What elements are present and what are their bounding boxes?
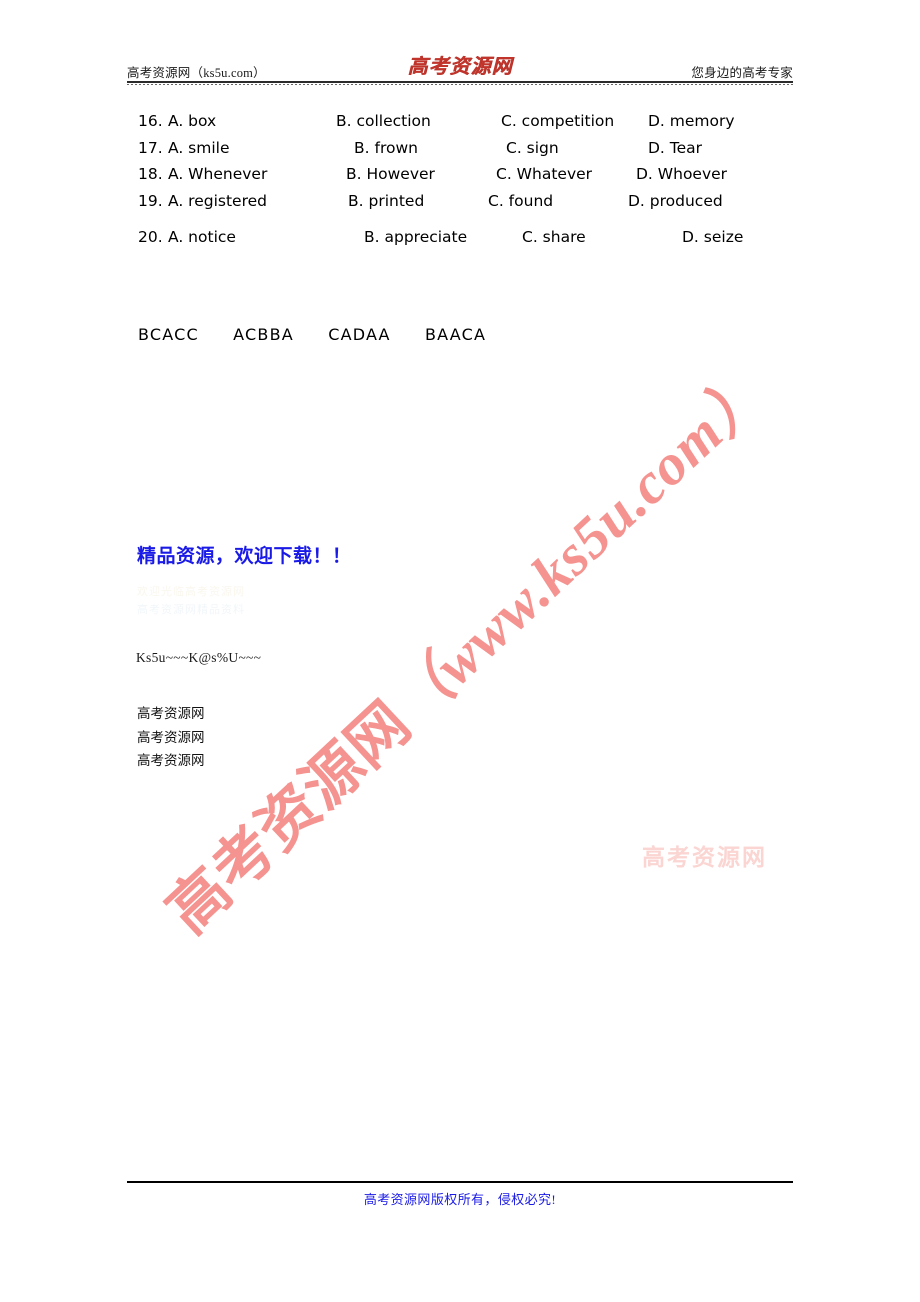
- option-b: B. However: [346, 165, 435, 183]
- option-a: A. notice: [168, 228, 236, 246]
- document-page: 高考资源网（ks5u.com） 您身边的高考专家 高考资源网 16. A. bo…: [0, 0, 920, 1302]
- question-number: 16.: [138, 112, 163, 130]
- question-row: 19. A. registered B. printed C. found D.…: [138, 192, 778, 219]
- question-row: 16. A. box B. collection C. competition …: [138, 112, 778, 139]
- answer-group: BAACA: [425, 325, 487, 344]
- option-a: A. registered: [168, 191, 267, 210]
- promo-faint-line-1: 欢迎光临高考资源网: [137, 586, 245, 598]
- question-number: 19.: [138, 191, 163, 210]
- promo-code-text: Ks5u~~~K@s%U~~~: [136, 650, 262, 665]
- option-c: C. competition: [501, 112, 615, 130]
- option-b: B. collection: [336, 112, 431, 130]
- option-b: B. appreciate: [364, 228, 468, 246]
- question-number: 17.: [138, 138, 163, 157]
- option-a: A. smile: [168, 138, 230, 157]
- option-b: B. frown: [354, 138, 418, 157]
- option-c: C. sign: [506, 138, 559, 157]
- option-a: A. box: [168, 112, 217, 130]
- question-row: 18. A. Whenever B. However C. Whatever D…: [138, 165, 778, 192]
- diagonal-watermark: 高考资源网 （www.ks5u.com）: [133, 348, 793, 948]
- promo-faint-line-2: 高考资源网精品资料: [137, 604, 245, 616]
- answer-group: ACBBA: [233, 325, 294, 344]
- answer-group: CADAA: [328, 325, 391, 344]
- footer-divider: [127, 1181, 793, 1183]
- header-site-name: 高考资源网（ks5u.com）: [127, 66, 266, 80]
- answer-key: BCACC ACBBA CADAA BAACA: [138, 325, 486, 344]
- brand-line: 高考资源网: [137, 753, 205, 768]
- header-logo: 高考资源网: [407, 56, 513, 78]
- option-d: D. seize: [682, 228, 744, 246]
- question-number: 18.: [138, 165, 163, 183]
- diagonal-watermark-text: 高考资源网 （www.ks5u.com）: [144, 347, 782, 950]
- document-header: 高考资源网（ks5u.com） 您身边的高考专家 高考资源网: [127, 52, 793, 84]
- option-b: B. printed: [348, 191, 425, 210]
- header-divider-dotted: [127, 83, 793, 85]
- header-row: 高考资源网（ks5u.com） 您身边的高考专家 高考资源网: [127, 52, 793, 82]
- option-d: D. produced: [628, 191, 723, 210]
- option-d: D. Tear: [648, 138, 703, 157]
- question-row: 17. A. smile B. frown C. sign D. Tear: [138, 139, 778, 166]
- brand-line: 高考资源网: [137, 729, 205, 745]
- header-divider-solid: [127, 81, 793, 83]
- option-c: C. Whatever: [496, 165, 593, 183]
- question-list: 16. A. box B. collection C. competition …: [138, 112, 778, 255]
- header-divider: [127, 81, 793, 85]
- question-row: 20. A. notice B. appreciate C. share D. …: [138, 228, 778, 255]
- brand-line-group: 高考资源网 高考资源网 高考资源网: [137, 702, 205, 773]
- answer-group: BCACC: [138, 325, 199, 344]
- option-c: C. found: [488, 191, 554, 210]
- question-number: 20.: [138, 228, 163, 246]
- brand-line: 高考资源网: [137, 706, 205, 721]
- faint-corner-watermark: 高考资源网: [642, 845, 767, 870]
- option-a: A. Whenever: [168, 165, 268, 183]
- watermark-url-part: （www.ks5u.com）: [378, 359, 779, 738]
- option-d: D. memory: [648, 112, 735, 130]
- promo-heading: 精品资源，欢迎下载！！: [137, 545, 352, 567]
- option-d: D. Whoever: [636, 165, 728, 183]
- option-c: C. share: [522, 228, 586, 246]
- footer-copyright: 高考资源网版权所有，侵权必究!: [363, 1192, 557, 1207]
- header-tagline: 您身边的高考专家: [691, 66, 793, 80]
